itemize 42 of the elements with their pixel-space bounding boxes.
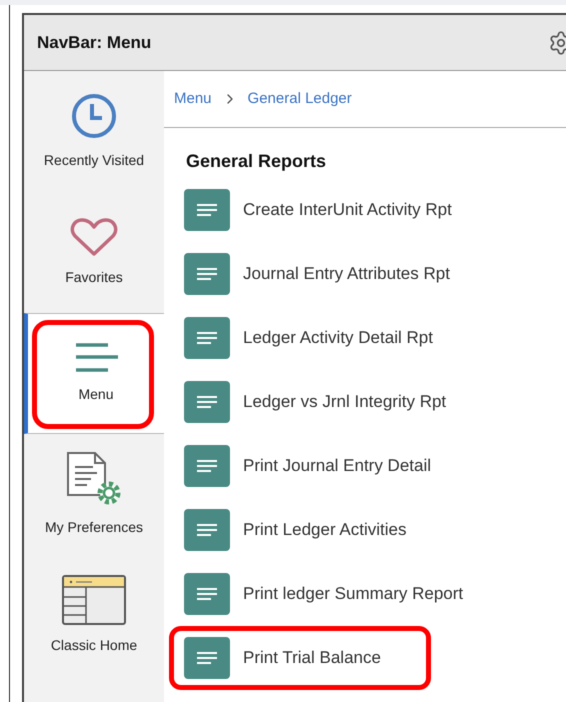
report-item[interactable]: Ledger Activity Detail Rpt [169, 306, 448, 370]
clock-icon [70, 92, 118, 140]
section-heading: General Reports [186, 150, 328, 173]
classic-home-icon [62, 575, 126, 625]
report-icon [184, 509, 230, 551]
sidebar-item[interactable]: Classic Home [24, 555, 164, 676]
sidebar-label: Classic Home [50, 636, 138, 655]
breadcrumb-link[interactable]: Menu [174, 88, 212, 110]
report-item[interactable]: Print Journal Entry Detail [169, 434, 446, 498]
report-link[interactable]: Print Trial Balance [243, 645, 381, 671]
report-item[interactable]: Print Ledger Activities [169, 498, 431, 562]
report-item[interactable]: Print Trial Balance [169, 626, 431, 690]
report-link[interactable]: Print ledger Summary Report [243, 581, 464, 607]
report-icon [184, 445, 230, 487]
sidebar-item[interactable]: My Preferences [24, 434, 164, 555]
report-icon [184, 317, 230, 359]
report-link[interactable]: Create InterUnit Activity Rpt [243, 197, 452, 223]
report-item[interactable]: Create InterUnit Activity Rpt [169, 178, 467, 242]
report-item[interactable]: Journal Entry Attributes Rpt [169, 242, 465, 306]
report-item[interactable]: Print ledger Summary Report [169, 562, 478, 626]
sidebar-label: Favorites [65, 268, 123, 287]
report-icon [184, 253, 230, 295]
sidebar-label: Menu [78, 385, 114, 404]
report-icon [184, 637, 230, 679]
report-link[interactable]: Ledger vs Jrnl Integrity Rpt [243, 389, 446, 415]
report-link[interactable]: Journal Entry Attributes Rpt [243, 261, 450, 287]
sidebar-label: Recently Visited [44, 151, 144, 170]
report-link[interactable]: Print Journal Entry Detail [243, 453, 432, 479]
breadcrumb-link[interactable]: General Ledger [248, 88, 352, 110]
report-item[interactable]: Ledger vs Jrnl Integrity Rpt [169, 370, 462, 434]
document-gear-icon [65, 451, 123, 507]
window-title: NavBar: Menu [37, 32, 152, 54]
report-icon [184, 381, 230, 423]
report-icon [184, 573, 230, 615]
sidebar-item[interactable]: Menu [24, 313, 164, 434]
sidebar-item[interactable]: Favorites [24, 192, 164, 313]
sidebar-label: My Preferences [44, 518, 144, 537]
report-link[interactable]: Ledger Activity Detail Rpt [243, 325, 433, 351]
heart-icon [70, 217, 118, 257]
report-icon [184, 189, 230, 231]
report-link[interactable]: Print Ledger Activities [243, 517, 406, 543]
sidebar-item[interactable]: Recently Visited [24, 71, 164, 192]
